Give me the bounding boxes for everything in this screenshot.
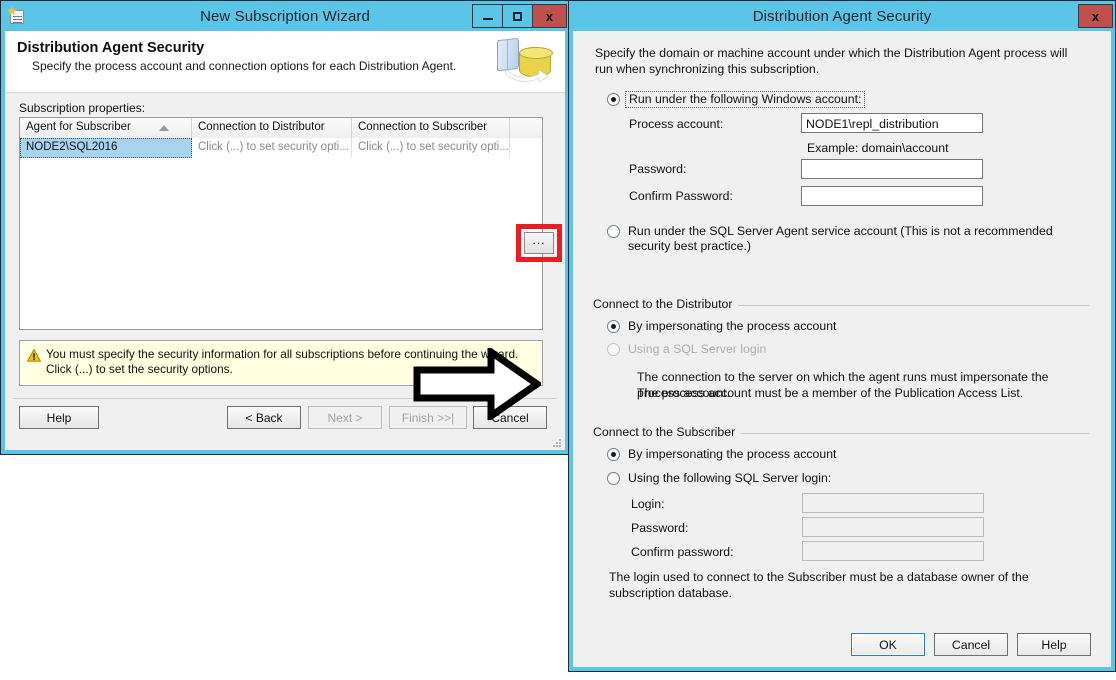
dialog-window-controls: x bbox=[1078, 4, 1113, 28]
help-button[interactable]: Help bbox=[1017, 633, 1091, 656]
group-caption-distributor: Connect to the Distributor bbox=[593, 297, 739, 311]
distributor-description-line2: The process account must be a member of … bbox=[637, 386, 1024, 400]
process-account-input[interactable]: NODE1\repl_distribution bbox=[801, 113, 983, 133]
label-subscriber-password: Password: bbox=[631, 521, 689, 535]
radio-label-text: Run under the following Windows account: bbox=[625, 91, 866, 108]
subscription-properties-label: Subscription properties: bbox=[19, 101, 146, 115]
grid-header-row: Agent for Subscriber Connection to Distr… bbox=[20, 118, 542, 138]
label-process-account: Process account: bbox=[629, 117, 724, 131]
ok-button[interactable]: OK bbox=[851, 633, 925, 656]
dialog-intro-text: Specify the domain or machine account un… bbox=[595, 46, 1068, 76]
label-confirm-password: Confirm Password: bbox=[629, 189, 733, 203]
label-subscriber-confirm-password: Confirm password: bbox=[631, 545, 734, 559]
cell-connection-to-distributor[interactable]: Click (...) to set security opti... bbox=[192, 138, 352, 158]
cell-agent-for-subscriber[interactable]: NODE2\SQL2016 bbox=[20, 138, 192, 158]
table-row[interactable]: NODE2\SQL2016 Click (...) to set securit… bbox=[20, 138, 542, 158]
wizard-body: Subscription properties: Agent for Subsc… bbox=[5, 93, 565, 450]
label-password: Password: bbox=[629, 162, 687, 176]
label-subscriber-impersonate[interactable]: By impersonating the process account bbox=[628, 447, 836, 461]
subscriber-confirm-password-input[interactable] bbox=[802, 541, 984, 561]
radio-subscriber-impersonate[interactable] bbox=[607, 448, 620, 461]
cancel-button[interactable]: Cancel bbox=[934, 633, 1008, 656]
maximize-button[interactable] bbox=[502, 4, 533, 28]
radio-distributor-sql-login bbox=[607, 343, 620, 356]
subscriber-description: The login used to connect to the Subscri… bbox=[609, 570, 1029, 600]
set-security-options-button[interactable]: ... bbox=[524, 232, 554, 254]
radio-distributor-impersonate[interactable] bbox=[607, 320, 620, 333]
password-input[interactable] bbox=[801, 159, 983, 179]
subscription-properties-grid[interactable]: Agent for Subscriber Connection to Distr… bbox=[19, 117, 543, 330]
label-run-under-windows-account[interactable]: Run under the following Windows account: bbox=[625, 91, 866, 108]
subscriber-login-input[interactable] bbox=[802, 493, 984, 513]
next-button: Next > bbox=[308, 406, 382, 429]
wizard-page-subtitle: Specify the process account and connecti… bbox=[32, 59, 457, 73]
sort-ascending-icon bbox=[159, 125, 169, 131]
resize-grip[interactable] bbox=[552, 438, 562, 448]
swoosh-arrow-icon bbox=[504, 69, 549, 83]
help-button[interactable]: Help bbox=[19, 406, 99, 429]
distribution-agent-security-dialog: Distribution Agent Security x Specify th… bbox=[568, 0, 1116, 672]
right-arrow-annotation bbox=[413, 348, 541, 420]
cell-action[interactable] bbox=[510, 138, 542, 158]
process-account-value: NODE1\repl_distribution bbox=[806, 116, 939, 131]
dialog-client-area: Specify the domain or machine account un… bbox=[573, 31, 1111, 667]
label-subscriber-sql-login[interactable]: Using the following SQL Server login: bbox=[628, 471, 831, 485]
radio-run-under-windows-account[interactable] bbox=[607, 93, 620, 106]
minimize-button[interactable] bbox=[472, 4, 503, 28]
cell-connection-to-subscriber[interactable]: Click (...) to set security opti... bbox=[352, 138, 510, 158]
label-distributor-impersonate[interactable]: By impersonating the process account bbox=[628, 319, 836, 333]
label-run-under-sql-agent-service[interactable]: Run under the SQL Server Agent service a… bbox=[628, 224, 1088, 254]
wizard-banner: Distribution Agent Security Specify the … bbox=[5, 31, 565, 93]
close-icon[interactable]: x bbox=[1078, 4, 1113, 28]
back-button[interactable]: < Back bbox=[227, 406, 301, 429]
label-subscriber-login: Login: bbox=[631, 497, 665, 511]
dialog-titlebar[interactable]: Distribution Agent Security x bbox=[569, 1, 1115, 31]
warning-icon bbox=[27, 349, 41, 362]
wizard-window-controls: x bbox=[472, 4, 567, 28]
wizard-page-title: Distribution Agent Security bbox=[17, 40, 205, 56]
confirm-password-input[interactable] bbox=[801, 186, 983, 206]
wizard-titlebar[interactable]: New Subscription Wizard x bbox=[1, 1, 569, 31]
book-and-database-icon bbox=[491, 31, 559, 92]
column-header-connection-to-distributor[interactable]: Connection to Distributor bbox=[192, 118, 352, 138]
ellipsis-label: ... bbox=[532, 233, 546, 247]
column-header-connection-to-subscriber[interactable]: Connection to Subscriber bbox=[352, 118, 510, 138]
radio-subscriber-sql-login[interactable] bbox=[607, 472, 620, 485]
subscriber-password-input[interactable] bbox=[802, 517, 984, 537]
column-header-agent-for-subscriber[interactable]: Agent for Subscriber bbox=[20, 118, 192, 138]
wizard-client-area: Distribution Agent Security Specify the … bbox=[5, 31, 565, 450]
dialog-content: Specify the domain or machine account un… bbox=[573, 31, 1111, 667]
process-account-example: Example: domain\account bbox=[807, 141, 949, 155]
label-distributor-sql-login: Using a SQL Server login bbox=[628, 342, 767, 356]
radio-run-under-sql-agent-service[interactable] bbox=[607, 225, 620, 238]
screen: New Subscription Wizard x Distribution A… bbox=[0, 0, 1116, 680]
new-subscription-wizard-window: New Subscription Wizard x Distribution A… bbox=[0, 0, 570, 455]
dialog-title: Distribution Agent Security bbox=[752, 7, 932, 25]
group-caption-subscriber: Connect to the Subscriber bbox=[593, 425, 742, 439]
column-header-action[interactable] bbox=[510, 118, 542, 138]
close-button[interactable]: x bbox=[532, 4, 567, 28]
column-header-label: Agent for Subscriber bbox=[26, 121, 131, 133]
